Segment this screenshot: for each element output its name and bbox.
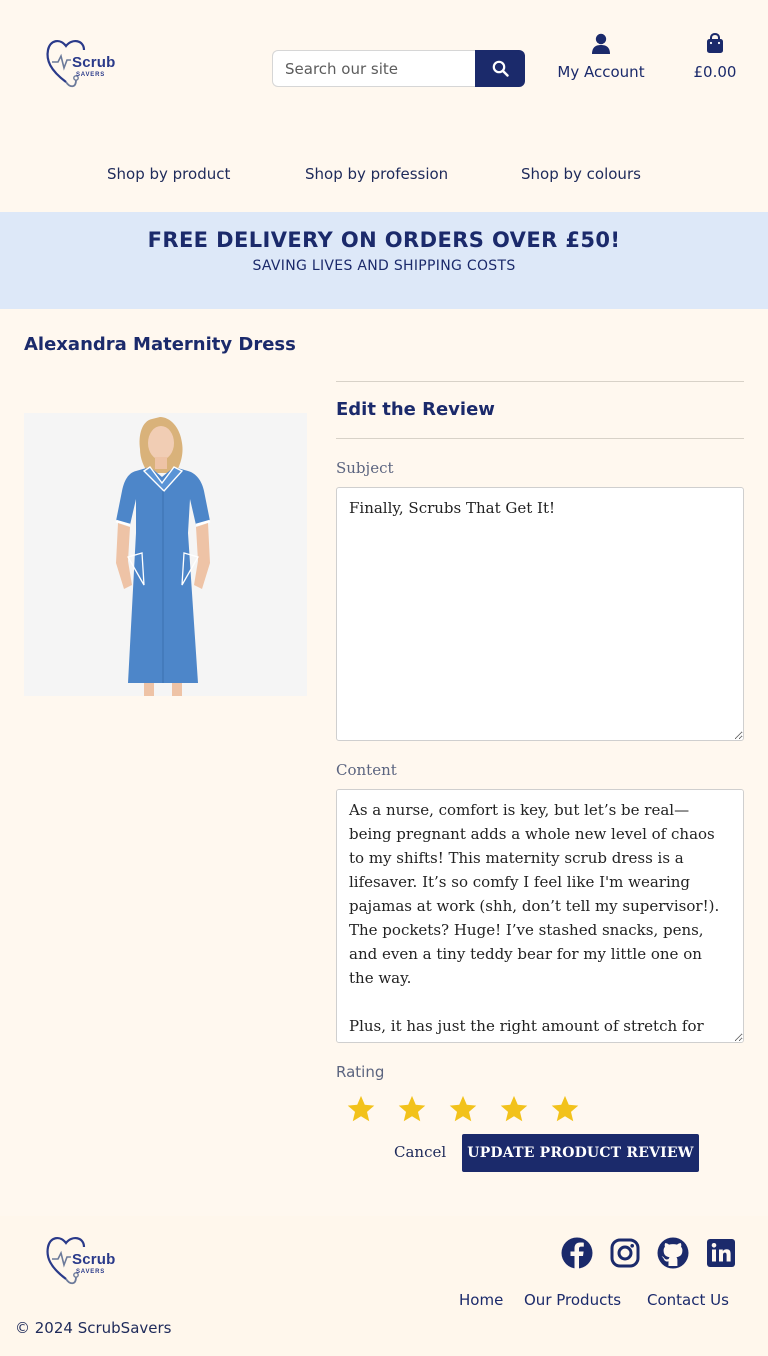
product-image — [24, 413, 307, 696]
facebook-link[interactable] — [560, 1236, 594, 1270]
cancel-button[interactable]: Cancel — [394, 1143, 446, 1161]
product-photo-illustration — [24, 413, 307, 696]
linkedin-link[interactable] — [704, 1236, 738, 1270]
subject-field[interactable]: Finally, Scrubs That Get It! — [336, 487, 744, 741]
shopping-bag-icon — [707, 32, 723, 53]
my-account-label: My Account — [557, 63, 645, 81]
instagram-link[interactable] — [608, 1236, 642, 1270]
site-logo[interactable]: Scrub SAVERS — [44, 36, 120, 90]
subject-label: Subject — [336, 459, 394, 477]
content-label: Content — [336, 761, 397, 779]
logo-wordmark: Scrub — [72, 1251, 116, 1268]
github-icon — [657, 1237, 689, 1269]
nav-shop-by-profession[interactable]: Shop by profession — [305, 165, 448, 183]
star-icon[interactable] — [448, 1094, 478, 1124]
cart-link[interactable]: £0.00 — [690, 32, 740, 81]
update-review-button[interactable]: UPDATE PRODUCT REVIEW — [462, 1134, 699, 1172]
promo-banner: FREE DELIVERY ON ORDERS OVER £50! SAVING… — [0, 212, 768, 309]
search-button[interactable] — [475, 50, 525, 87]
form-heading: Edit the Review — [336, 399, 495, 420]
nav-shop-by-colours[interactable]: Shop by colours — [521, 165, 641, 183]
search-form — [272, 50, 525, 87]
star-icon[interactable] — [397, 1094, 427, 1124]
search-input[interactable] — [272, 50, 475, 87]
linkedin-icon — [707, 1239, 735, 1267]
logo-tagline: SAVERS — [76, 1269, 106, 1275]
promo-headline: FREE DELIVERY ON ORDERS OVER £50! — [147, 228, 621, 252]
rating-label: Rating — [336, 1063, 385, 1081]
footer-link-home[interactable]: Home — [459, 1291, 503, 1309]
footer-link-our-products[interactable]: Our Products — [524, 1291, 621, 1309]
instagram-icon — [610, 1238, 640, 1268]
product-title: Alexandra Maternity Dress — [24, 334, 296, 355]
facebook-icon — [561, 1237, 593, 1269]
footer-link-contact-us[interactable]: Contact Us — [647, 1291, 729, 1309]
footer-logo[interactable]: Scrub SAVERS — [44, 1233, 120, 1287]
form-divider-top — [336, 381, 744, 382]
star-icon[interactable] — [550, 1094, 580, 1124]
copyright-text: © 2024 ScrubSavers — [15, 1319, 172, 1337]
my-account-link[interactable]: My Account — [553, 33, 649, 81]
user-icon — [592, 33, 610, 54]
form-divider — [336, 438, 744, 439]
promo-subline: SAVING LIVES AND SHIPPING COSTS — [252, 258, 516, 274]
content-field[interactable]: As a nurse, comfort is key, but let’s be… — [336, 789, 744, 1043]
nav-shop-by-product[interactable]: Shop by product — [107, 165, 230, 183]
star-icon[interactable] — [499, 1094, 529, 1124]
search-icon — [492, 60, 509, 77]
logo-tagline: SAVERS — [76, 72, 106, 78]
main-nav: Shop by product Shop by profession Shop … — [0, 165, 768, 185]
github-link[interactable] — [656, 1236, 690, 1270]
logo-wordmark: Scrub — [72, 54, 116, 71]
cart-total: £0.00 — [693, 63, 737, 81]
star-icon[interactable] — [346, 1094, 376, 1124]
